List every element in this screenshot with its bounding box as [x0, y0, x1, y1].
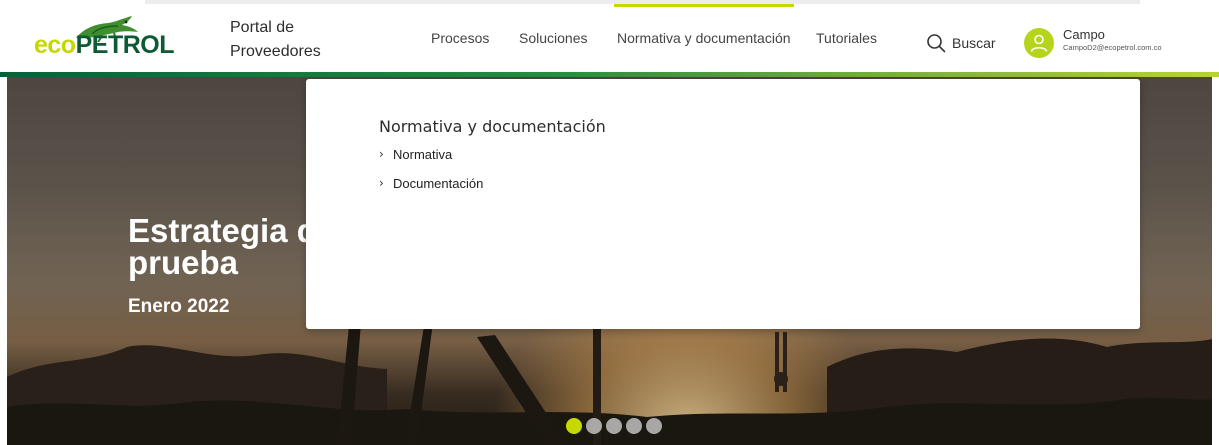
user-menu[interactable]: Campo CampoD2@ecopetrol.com.co — [1024, 27, 1214, 58]
dropdown-link-normativa[interactable]: › Normativa — [379, 145, 452, 163]
avatar — [1024, 28, 1054, 58]
carousel-dot-5[interactable] — [646, 418, 662, 434]
user-name: Campo — [1063, 27, 1105, 42]
chevron-right-icon: › — [379, 176, 384, 190]
logo-wordmark: ecoPETROL — [34, 31, 175, 59]
nav-item-procesos[interactable]: Procesos — [431, 4, 489, 72]
carousel-dot-3[interactable] — [606, 418, 622, 434]
dropdown-heading: Normativa y documentación — [379, 117, 606, 136]
nav-item-normativa[interactable]: Normativa y documentación — [614, 4, 794, 72]
search-label: Buscar — [952, 35, 996, 51]
hero-date: Enero 2022 — [128, 296, 230, 317]
user-icon — [1030, 34, 1048, 52]
user-email: CampoD2@ecopetrol.com.co — [1063, 43, 1162, 52]
chevron-right-icon: › — [379, 147, 384, 161]
dropdown-link-documentacion[interactable]: › Documentación — [379, 174, 483, 192]
search-icon — [927, 34, 946, 53]
carousel-dot-4[interactable] — [626, 418, 642, 434]
nav-item-soluciones[interactable]: Soluciones — [519, 4, 588, 72]
ecopetrol-logo[interactable]: ecoPETROL — [34, 14, 194, 66]
carousel-dot-1[interactable] — [566, 418, 582, 434]
carousel-dot-2[interactable] — [586, 418, 602, 434]
dropdown-link-label: Normativa — [393, 146, 453, 162]
portal-title: Portal de Proveedores — [230, 19, 321, 60]
normativa-dropdown-panel: Normativa y documentación › Normativa › … — [306, 79, 1140, 329]
search-button[interactable]: Buscar — [926, 32, 996, 54]
site-header: ecoPETROL Portal de Proveedores Procesos… — [0, 4, 1219, 72]
nav-item-tutoriales[interactable]: Tutoriales — [816, 4, 877, 72]
dropdown-link-label: Documentación — [393, 175, 484, 191]
